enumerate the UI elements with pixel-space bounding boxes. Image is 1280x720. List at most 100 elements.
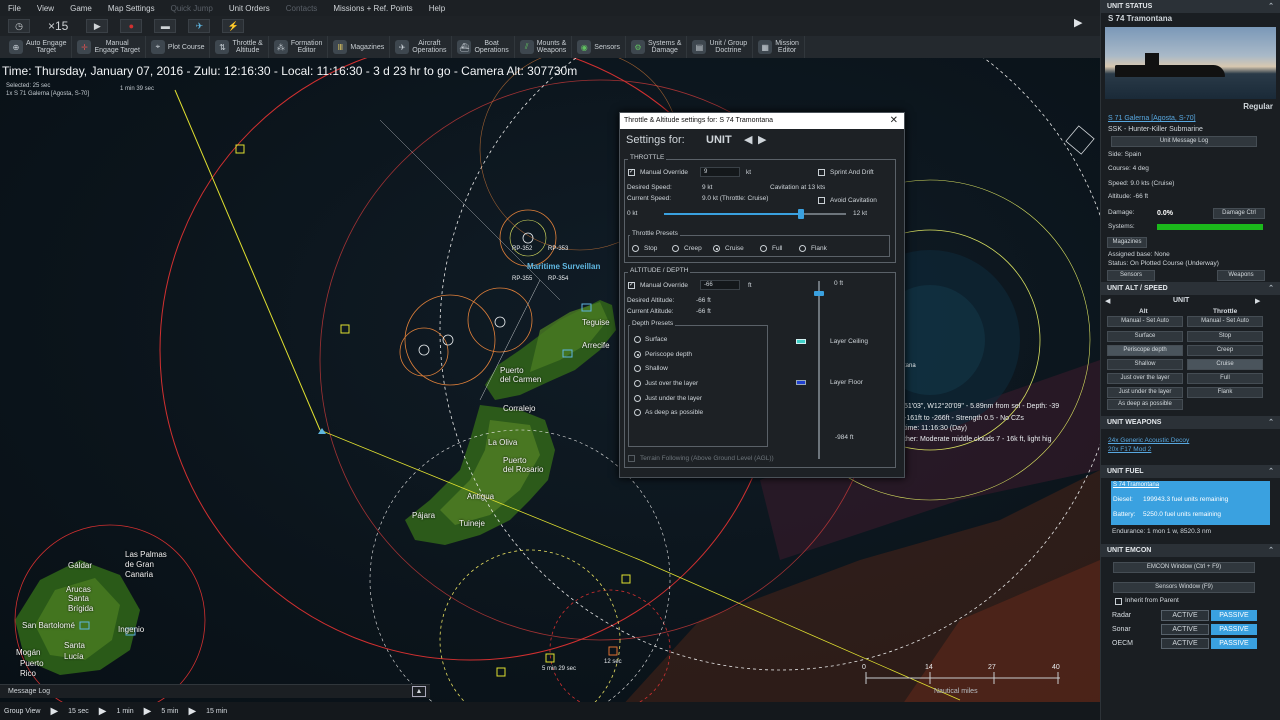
collapse-icon[interactable]: ⌃ xyxy=(1268,467,1274,475)
menu-file[interactable]: File xyxy=(0,4,29,13)
sonar-active-button[interactable]: ACTIVE xyxy=(1161,624,1209,635)
collapse-icon[interactable]: ⌃ xyxy=(1268,418,1274,426)
alt-surface-button[interactable]: Surface xyxy=(1107,331,1183,342)
weapons-header[interactable]: UNIT WEAPONS ⌃ xyxy=(1101,416,1280,429)
preset-stop-radio[interactable] xyxy=(632,245,639,252)
alt-periscope-button[interactable]: Periscope depth xyxy=(1107,345,1183,356)
rp-353-label[interactable]: RP-353 xyxy=(548,246,568,252)
slider-thumb[interactable] xyxy=(797,209,804,219)
expand-icon[interactable]: ▲ xyxy=(412,686,426,697)
collapse-icon[interactable]: ⌃ xyxy=(1268,546,1274,554)
play-icon[interactable]: ▶ xyxy=(144,706,152,717)
timestep-15m[interactable]: 15 min xyxy=(206,708,227,715)
lightning-icon[interactable]: ⚡ xyxy=(222,19,245,33)
avoid-cavitation-checkbox[interactable] xyxy=(818,197,825,204)
depth-under-layer-radio[interactable] xyxy=(634,395,641,402)
play-icon[interactable]: ▶ xyxy=(86,19,109,33)
clock-icon[interactable]: ◷ xyxy=(8,19,30,33)
depth-slider[interactable] xyxy=(814,281,824,459)
depth-thumb[interactable] xyxy=(814,291,824,296)
oecm-passive-button[interactable]: PASSIVE xyxy=(1211,638,1257,649)
menu-unit-orders[interactable]: Unit Orders xyxy=(221,4,278,13)
weapons-button[interactable]: Weapons xyxy=(1217,270,1265,281)
rp-354-label[interactable]: RP-354 xyxy=(548,276,568,282)
collapse-icon[interactable]: ⌃ xyxy=(1268,284,1274,292)
radar-active-button[interactable]: ACTIVE xyxy=(1161,610,1209,621)
next-icon[interactable]: ▶ xyxy=(1255,297,1260,305)
play-icon[interactable]: ▶ xyxy=(99,706,107,717)
preset-flank-radio[interactable] xyxy=(799,245,806,252)
depth-shallow-radio[interactable] xyxy=(634,365,641,372)
fuel-header[interactable]: UNIT FUEL ⌃ xyxy=(1101,465,1280,478)
boat-ops-button[interactable]: ⛴ Boat Operations xyxy=(452,36,515,58)
menu-contacts[interactable]: Contacts xyxy=(278,4,326,13)
terrain-following-checkbox[interactable] xyxy=(628,455,635,462)
record-icon[interactable]: ● xyxy=(120,19,143,33)
speed-input[interactable]: 9 xyxy=(700,167,740,177)
class-link[interactable]: S 71 Galerna [Agosta, S-70] xyxy=(1101,113,1280,125)
mounts-weapons-button[interactable]: ⫽ Mounts & Weapons xyxy=(515,36,573,58)
menu-missions[interactable]: Missions + Ref. Points xyxy=(325,4,420,13)
menu-quick-jump[interactable]: Quick Jump xyxy=(163,4,221,13)
plane-icon[interactable]: ✈ xyxy=(188,19,211,33)
formation-editor-button[interactable]: ⁂ Formation Editor xyxy=(269,36,329,58)
tactical-map[interactable]: Teguise Arrecife Puerto del Carmen Corra… xyxy=(0,58,1100,708)
unit-status-header[interactable]: UNIT STATUS ⌃ xyxy=(1101,0,1280,13)
alt-speed-header[interactable]: UNIT ALT / SPEED ⌃ xyxy=(1101,282,1280,295)
play-icon[interactable]: ▶ xyxy=(50,706,58,717)
menu-view[interactable]: View xyxy=(29,4,62,13)
throttle-cruise-button[interactable]: Cruise xyxy=(1187,359,1263,370)
sensors-button[interactable]: ◉ Sensors xyxy=(572,36,626,58)
alt-under-layer-button[interactable]: Just under the layer xyxy=(1107,387,1183,398)
magazines-button[interactable]: Magazines xyxy=(1107,237,1147,248)
collapse-icon[interactable]: ⌃ xyxy=(1268,2,1274,10)
rp-355-label[interactable]: RP-355 xyxy=(512,276,532,282)
screen-icon[interactable]: ▬ xyxy=(154,19,177,33)
speed-multiplier[interactable]: ×15 xyxy=(42,19,74,33)
auto-engage-button[interactable]: ⊕ Auto Engage Target xyxy=(4,36,73,58)
throttle-stop-button[interactable]: Stop xyxy=(1187,331,1263,342)
throttle-flank-button[interactable]: Flank xyxy=(1187,387,1263,398)
preset-creep-radio[interactable] xyxy=(672,245,679,252)
throttle-full-button[interactable]: Full xyxy=(1187,373,1263,384)
timestep-15s[interactable]: 15 sec xyxy=(68,708,89,715)
altitude-input[interactable]: -66 xyxy=(700,280,740,290)
next-arrow-icon[interactable]: ▶ xyxy=(758,133,766,146)
manual-override-checkbox[interactable]: ✓ xyxy=(628,169,635,176)
doctrine-button[interactable]: ▤ Unit / Group Doctrine xyxy=(687,36,754,58)
alt-shallow-button[interactable]: Shallow xyxy=(1107,359,1183,370)
radar-passive-button[interactable]: PASSIVE xyxy=(1211,610,1257,621)
plot-course-button[interactable]: ⌖ Plot Course xyxy=(146,36,211,58)
sensors-window-button[interactable]: Sensors Window (F9) xyxy=(1113,582,1255,593)
message-log-bar[interactable]: Message Log ▲ xyxy=(0,684,430,698)
throttle-creep-button[interactable]: Creep xyxy=(1187,345,1263,356)
depth-periscope-radio[interactable] xyxy=(634,351,641,358)
unit-message-log-button[interactable]: Unit Message Log xyxy=(1111,136,1257,147)
mission-editor-button[interactable]: ▦ Mission Editor xyxy=(753,36,805,58)
sprint-drift-checkbox[interactable] xyxy=(818,169,825,176)
preset-full-radio[interactable] xyxy=(760,245,767,252)
weapon-torpedo[interactable]: 20x F17 Mod 2 xyxy=(1101,445,1280,454)
emcon-header[interactable]: UNIT EMCON ⌃ xyxy=(1101,544,1280,557)
weapon-decoy[interactable]: 24x Generic Acoustic Decoy xyxy=(1101,436,1280,445)
close-icon[interactable]: ✕ xyxy=(890,115,898,126)
systems-damage-button[interactable]: ⚙ Systems & Damage xyxy=(626,36,688,58)
throttle-slider[interactable] xyxy=(664,209,846,219)
rp-352-label[interactable]: RP-352 xyxy=(512,246,532,252)
timestep-1m[interactable]: 1 min xyxy=(116,708,133,715)
depth-deep-radio[interactable] xyxy=(634,409,641,416)
timestep-5m[interactable]: 5 min xyxy=(161,708,178,715)
menu-game[interactable]: Game xyxy=(62,4,100,13)
alt-deep-button[interactable]: As deep as possible xyxy=(1107,399,1183,410)
aircraft-ops-button[interactable]: ✈ Aircraft Operations xyxy=(390,36,453,58)
magazines-button[interactable]: Ⅲ Magazines xyxy=(328,36,391,58)
play-icon[interactable]: ▶ xyxy=(188,706,196,717)
emcon-window-button[interactable]: EMCON Window (Ctrl + F9) xyxy=(1113,562,1255,573)
depth-surface-radio[interactable] xyxy=(634,336,641,343)
prev-arrow-icon[interactable]: ◀ xyxy=(744,133,752,146)
throttle-altitude-button[interactable]: ⇅ Throttle & Altitude xyxy=(210,36,269,58)
sonar-passive-button[interactable]: PASSIVE xyxy=(1211,624,1257,635)
depth-over-layer-radio[interactable] xyxy=(634,380,641,387)
oecm-active-button[interactable]: ACTIVE xyxy=(1161,638,1209,649)
sensors-button[interactable]: Sensors xyxy=(1107,270,1155,281)
